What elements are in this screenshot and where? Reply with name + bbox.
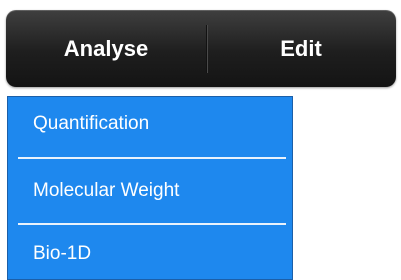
menu-divider (18, 157, 286, 159)
menu-item-molecular-weight[interactable]: Molecular Weight (8, 160, 292, 222)
menu-divider (18, 223, 286, 225)
menu-edit[interactable]: Edit (206, 10, 396, 87)
menu-item-quantification[interactable]: Quantification (8, 97, 292, 156)
menu-bar: Analyse Edit (6, 10, 396, 87)
menu-item-bio-1d[interactable]: Bio-1D (8, 226, 292, 280)
analyse-dropdown-menu: Quantification Molecular Weight Bio-1D (7, 96, 293, 280)
menu-analyse[interactable]: Analyse (6, 10, 206, 87)
